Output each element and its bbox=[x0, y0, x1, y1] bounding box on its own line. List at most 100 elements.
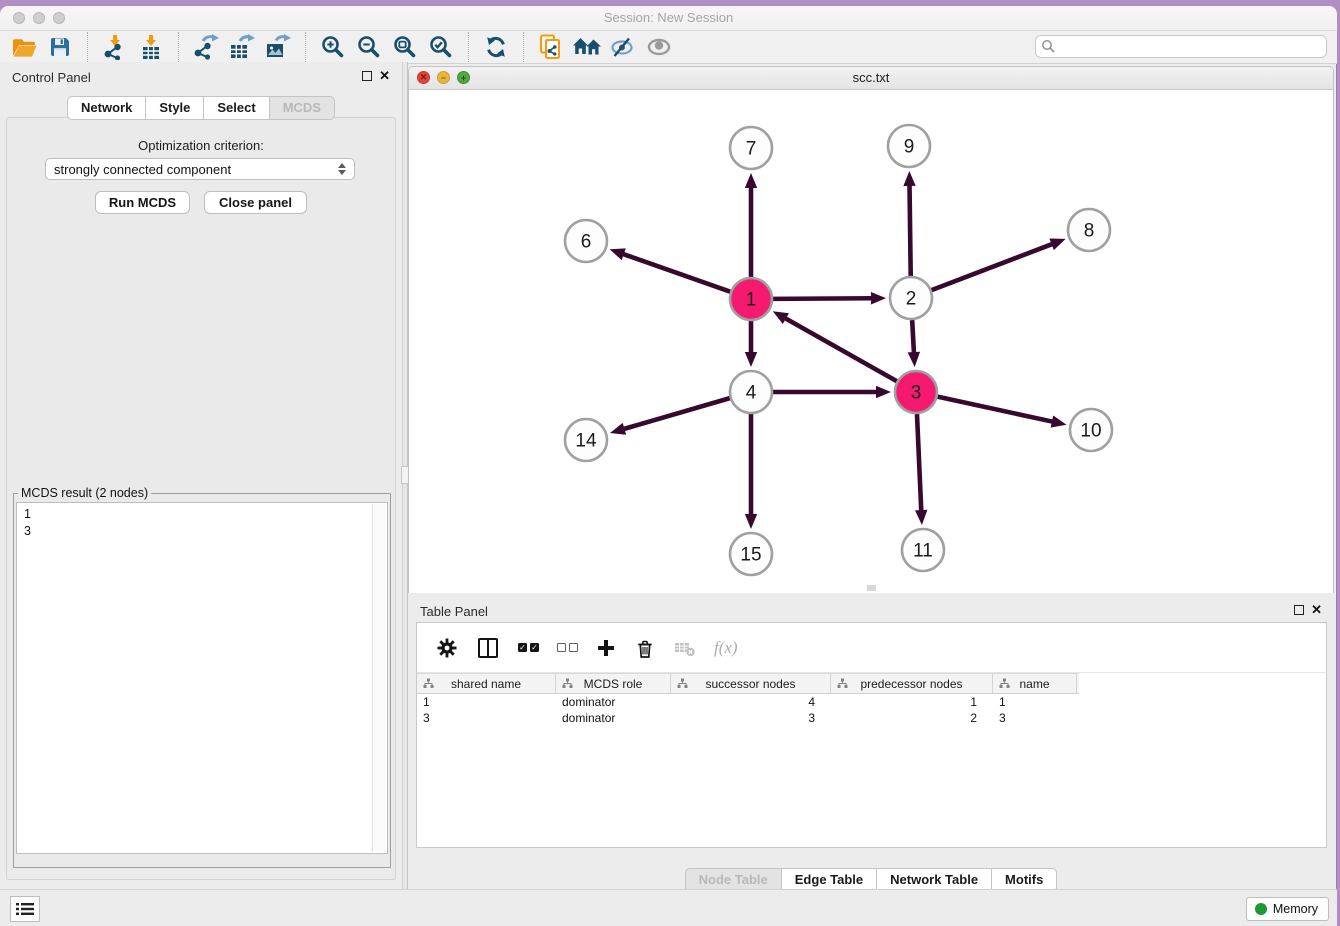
close-window-button[interactable] bbox=[13, 12, 25, 24]
toolbar-separator bbox=[468, 32, 469, 62]
control-panel: Control Panel ✕ NetworkStyleSelectMCDS O… bbox=[0, 62, 402, 890]
graph-edge-2-9[interactable] bbox=[910, 184, 911, 276]
show-hide-graphics-icon[interactable] bbox=[605, 32, 641, 62]
close-panel-icon[interactable]: ✕ bbox=[379, 70, 390, 82]
network-close-icon[interactable]: ✕ bbox=[417, 71, 430, 84]
tab-network[interactable]: Network bbox=[67, 96, 146, 120]
task-history-button[interactable] bbox=[10, 896, 40, 922]
add-row-icon[interactable] bbox=[587, 633, 625, 663]
control-panel-title: Control Panel bbox=[12, 70, 91, 85]
table-cell[interactable]: 3 bbox=[993, 710, 1077, 726]
clone-network-icon[interactable] bbox=[533, 32, 569, 62]
column-header-name[interactable]: name bbox=[993, 674, 1077, 693]
save-session-icon[interactable] bbox=[42, 32, 78, 62]
criterion-select[interactable]: strongly connected component bbox=[45, 158, 355, 180]
import-network-icon[interactable] bbox=[97, 32, 133, 62]
mcds-result-text[interactable]: 13 bbox=[16, 502, 388, 854]
graph-edge-2-8[interactable] bbox=[932, 244, 1054, 291]
float-panel-icon[interactable] bbox=[362, 71, 372, 81]
table-cell[interactable]: 3 bbox=[671, 710, 831, 726]
zoom-in-icon[interactable] bbox=[315, 32, 351, 62]
table-cell[interactable]: dominator bbox=[556, 694, 671, 710]
table-cell[interactable]: 1 bbox=[993, 694, 1077, 710]
graph-node-label: 3 bbox=[911, 383, 922, 404]
memory-button[interactable]: Memory bbox=[1246, 897, 1329, 921]
graph-edge-2-3[interactable] bbox=[912, 320, 914, 354]
column-header-shared-name[interactable]: shared name bbox=[417, 674, 556, 693]
column-header-predecessor-nodes[interactable]: predecessor nodes bbox=[831, 674, 993, 693]
graph-node-label: 11 bbox=[913, 541, 933, 562]
run-mcds-button[interactable]: Run MCDS bbox=[95, 191, 190, 214]
network-canvas[interactable]: 7968124314101511 bbox=[409, 90, 1333, 593]
traffic-lights bbox=[13, 12, 65, 24]
table-options-icon[interactable] bbox=[427, 633, 467, 663]
graph-edge-1-2[interactable] bbox=[773, 298, 873, 299]
table-row[interactable]: 1dominator411 bbox=[417, 694, 1326, 710]
birds-eye-view-icon[interactable] bbox=[641, 32, 677, 62]
zoom-window-button[interactable] bbox=[53, 12, 65, 24]
memory-label: Memory bbox=[1273, 902, 1318, 916]
table-panel-title: Table Panel bbox=[420, 604, 488, 619]
export-network-icon[interactable] bbox=[188, 32, 224, 62]
show-columns-icon[interactable] bbox=[467, 633, 509, 663]
graph-edge-3-1[interactable] bbox=[784, 318, 897, 382]
search-icon bbox=[1041, 39, 1056, 54]
table-toolbar: ✓✓ f(x) bbox=[417, 623, 1326, 673]
network-minimize-icon[interactable]: − bbox=[437, 71, 450, 84]
select-all-icon[interactable]: ✓✓ bbox=[509, 633, 548, 663]
network-window-titlebar[interactable]: ✕ − + scc.txt bbox=[409, 67, 1333, 90]
network-window: ✕ − + scc.txt 7968124314101511 bbox=[408, 66, 1334, 593]
table-panel: Table Panel ✕ ✓✓ bbox=[408, 596, 1334, 890]
zoom-selected-icon[interactable] bbox=[423, 32, 459, 62]
export-table-icon[interactable] bbox=[224, 32, 260, 62]
table-cell[interactable]: dominator bbox=[556, 710, 671, 726]
float-table-panel-icon[interactable] bbox=[1294, 605, 1304, 615]
tab-mcds[interactable]: MCDS bbox=[270, 96, 335, 120]
export-image-icon[interactable] bbox=[260, 32, 296, 62]
search-input[interactable] bbox=[1056, 39, 1321, 55]
graph-edge-1-6[interactable] bbox=[622, 254, 730, 292]
minimize-window-button[interactable] bbox=[33, 12, 45, 24]
graph-node-label: 9 bbox=[904, 137, 915, 158]
mcds-result-box: MCDS result (2 nodes) 13 bbox=[13, 486, 391, 868]
first-neighbors-icon[interactable] bbox=[569, 32, 605, 62]
graph-edge-4-14[interactable] bbox=[622, 398, 729, 429]
table-cell[interactable]: 2 bbox=[831, 710, 993, 726]
network-maximize-icon[interactable]: + bbox=[457, 71, 470, 84]
graph-edge-3-10[interactable] bbox=[937, 397, 1053, 422]
mcds-result-line: 1 bbox=[24, 506, 387, 523]
control-panel-tabs: NetworkStyleSelectMCDS bbox=[67, 96, 335, 120]
open-session-icon[interactable] bbox=[6, 32, 42, 62]
table-cell[interactable]: 1 bbox=[831, 694, 993, 710]
tab-select[interactable]: Select bbox=[204, 96, 269, 120]
graph-edge-arrowhead bbox=[745, 514, 757, 529]
table-cell[interactable]: 1 bbox=[417, 694, 556, 710]
delete-row-icon[interactable] bbox=[625, 633, 665, 663]
graph-edge-3-11[interactable] bbox=[917, 414, 921, 512]
column-header-MCDS-role[interactable]: MCDS role bbox=[556, 674, 671, 693]
destroy-table-icon[interactable] bbox=[665, 633, 705, 663]
table-body: 1dominator4113dominator323 bbox=[417, 694, 1326, 726]
tab-style[interactable]: Style bbox=[146, 96, 204, 120]
zoom-out-icon[interactable] bbox=[351, 32, 387, 62]
graph-node-label: 6 bbox=[581, 232, 592, 253]
deselect-all-icon[interactable] bbox=[548, 633, 587, 663]
result-scrollbar[interactable] bbox=[372, 504, 386, 852]
table-cell[interactable]: 4 bbox=[671, 694, 831, 710]
canvas-scroll-thumb[interactable] bbox=[867, 585, 876, 591]
function-builder-icon[interactable]: f(x) bbox=[705, 633, 747, 663]
window-titlebar: Session: New Session bbox=[0, 6, 1337, 31]
import-table-icon[interactable] bbox=[133, 32, 169, 62]
main-toolbar bbox=[0, 31, 1337, 64]
graph-edge-arrowhead bbox=[1049, 238, 1065, 250]
search-box[interactable] bbox=[1035, 35, 1327, 58]
close-panel-button[interactable]: Close panel bbox=[204, 191, 307, 214]
mcds-result-line: 3 bbox=[24, 523, 387, 540]
column-header-successor-nodes[interactable]: successor nodes bbox=[671, 674, 831, 693]
table-row[interactable]: 3dominator323 bbox=[417, 710, 1326, 726]
zoom-fit-icon[interactable] bbox=[387, 32, 423, 62]
table-cell[interactable]: 3 bbox=[417, 710, 556, 726]
refresh-view-icon[interactable] bbox=[478, 32, 514, 62]
toolbar-separator bbox=[87, 32, 88, 62]
close-table-panel-icon[interactable]: ✕ bbox=[1311, 604, 1322, 616]
